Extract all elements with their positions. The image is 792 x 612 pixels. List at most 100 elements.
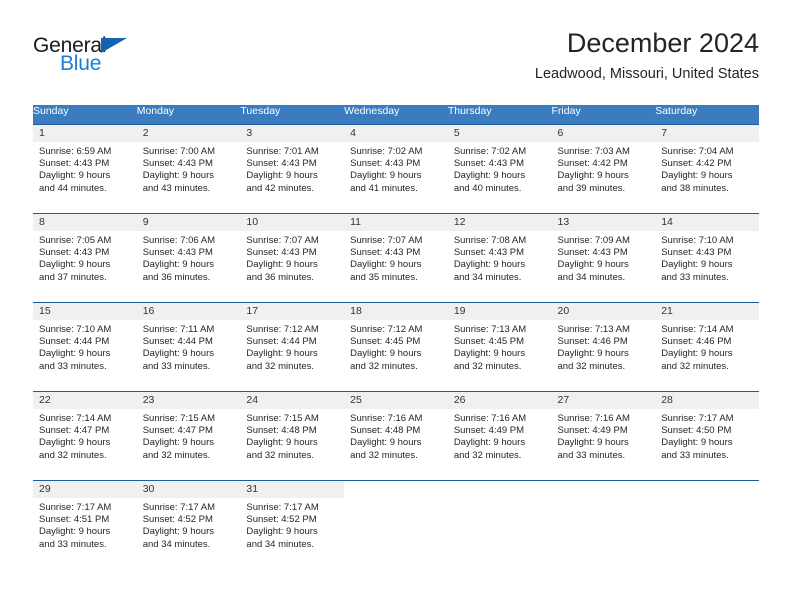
day-cell[interactable]: 8 Sunrise: 7:05 AM Sunset: 4:43 PM Daylight… (33, 212, 137, 302)
daylight-text-line2: and 32 minutes. (246, 360, 315, 372)
day-cell[interactable]: 17 Sunrise: 7:12 AM Sunset: 4:44 PM Dayligh… (240, 301, 345, 391)
day-cell[interactable]: 9 Sunrise: 7:06 AM Sunset: 4:43 PM Daylight… (136, 212, 241, 302)
day-cell[interactable]: 1 Sunrise: 6:59 AM Sunset: 4:43 PM Daylight… (33, 123, 137, 213)
day-number: 6 (551, 124, 656, 142)
day-cell[interactable]: 31 Sunrise: 7:17 AM Sunset: 4:52 PM Dayligh… (240, 479, 345, 569)
day-cell[interactable]: 3 Sunrise: 7:01 AM Sunset: 4:43 PM Daylight… (240, 123, 345, 213)
day-details: Sunrise: 7:04 AM Sunset: 4:42 PM Daylight:… (655, 142, 759, 196)
daylight-text-line1: Daylight: 9 hours (350, 259, 422, 271)
daylight-text-line1: Daylight: 9 hours (453, 348, 526, 360)
daylight-text-line1: Daylight: 9 hours (661, 170, 733, 182)
day-details: Sunrise: 7:14 AM Sunset: 4:47 PM Daylight:… (33, 409, 137, 463)
day-details: Sunrise: 7:09 AM Sunset: 4:43 PM Daylight:… (552, 231, 656, 285)
month-calendar: Sunday Monday Tuesday Wednesday Thursday… (33, 105, 759, 569)
day-number (655, 481, 759, 498)
day-details: Sunrise: 7:00 AM Sunset: 4:43 PM Daylight:… (137, 142, 241, 196)
brand-name-blue: Blue (60, 52, 102, 75)
sunset-text: Sunset: 4:51 PM (39, 513, 110, 525)
day-cell-empty (551, 479, 656, 569)
day-cell[interactable]: 29 Sunrise: 7:17 AM Sunset: 4:51 PM Dayligh… (33, 479, 137, 569)
daylight-text-line2: and 32 minutes. (557, 360, 626, 372)
daylight-text-line2: and 32 minutes. (453, 449, 522, 461)
daylight-text-line1: Daylight: 9 hours (557, 170, 629, 182)
sunset-text: Sunset: 4:43 PM (142, 157, 213, 169)
day-cell[interactable]: 25 Sunrise: 7:16 AM Sunset: 4:48 PM Dayligh… (344, 390, 448, 480)
daylight-text-line1: Daylight: 9 hours (557, 437, 629, 449)
sunset-text: Sunset: 4:48 PM (350, 424, 421, 436)
day-cell[interactable]: 27 Sunrise: 7:16 AM Sunset: 4:49 PM Dayligh… (551, 390, 656, 480)
day-cell[interactable]: 11 Sunrise: 7:07 AM Sunset: 4:43 PM Dayligh… (344, 212, 448, 302)
title-block: December 2024 Leadwood, Missouri, United… (535, 26, 759, 84)
day-cell[interactable]: 14 Sunrise: 7:10 AM Sunset: 4:43 PM Dayligh… (655, 212, 759, 302)
daylight-text-line2: and 39 minutes. (557, 182, 626, 194)
sunset-text: Sunset: 4:43 PM (39, 246, 110, 258)
day-cell[interactable]: 12 Sunrise: 7:08 AM Sunset: 4:43 PM Dayligh… (447, 212, 552, 302)
day-cell[interactable]: 22 Sunrise: 7:14 AM Sunset: 4:47 PM Dayligh… (33, 390, 137, 480)
day-cell[interactable]: 23 Sunrise: 7:15 AM Sunset: 4:47 PM Dayligh… (136, 390, 241, 480)
daylight-text-line2: and 33 minutes. (661, 271, 729, 283)
week-row: 1 Sunrise: 6:59 AM Sunset: 4:43 PM Daylight… (33, 123, 759, 213)
sunset-text: Sunset: 4:49 PM (557, 424, 628, 436)
day-cell[interactable]: 20 Sunrise: 7:13 AM Sunset: 4:46 PM Dayligh… (551, 301, 656, 391)
day-cell[interactable]: 28 Sunrise: 7:17 AM Sunset: 4:50 PM Dayligh… (655, 390, 759, 480)
sunset-text: Sunset: 4:52 PM (246, 513, 317, 525)
day-details: Sunrise: 7:08 AM Sunset: 4:43 PM Daylight:… (448, 231, 552, 285)
sunset-text: Sunset: 4:47 PM (39, 424, 110, 436)
day-cell[interactable]: 2 Sunrise: 7:00 AM Sunset: 4:43 PM Daylight… (136, 123, 241, 213)
daylight-text-line1: Daylight: 9 hours (350, 437, 422, 449)
daylight-text-line1: Daylight: 9 hours (557, 348, 629, 360)
daylight-text-line1: Daylight: 9 hours (246, 259, 318, 271)
day-cell[interactable]: 10 Sunrise: 7:07 AM Sunset: 4:43 PM Dayligh… (240, 212, 345, 302)
day-cell-empty (447, 479, 552, 569)
sunrise-text: Sunrise: 7:07 AM (246, 234, 319, 246)
daylight-text-line2: and 32 minutes. (39, 449, 107, 461)
daylight-text-line1: Daylight: 9 hours (453, 170, 526, 182)
day-cell[interactable]: 6 Sunrise: 7:03 AM Sunset: 4:42 PM Daylight… (551, 123, 656, 213)
day-number: 30 (136, 480, 241, 498)
daylight-text-line1: Daylight: 9 hours (350, 348, 422, 360)
sunset-text: Sunset: 4:43 PM (661, 246, 732, 258)
daylight-text-line2: and 38 minutes. (661, 182, 729, 194)
sunrise-text: Sunrise: 7:16 AM (453, 412, 527, 424)
sunrise-text: Sunrise: 6:59 AM (39, 145, 112, 157)
day-cell[interactable]: 13 Sunrise: 7:09 AM Sunset: 4:43 PM Dayligh… (551, 212, 656, 302)
day-number: 1 (33, 124, 137, 142)
daylight-text-line1: Daylight: 9 hours (39, 259, 111, 271)
sunrise-text: Sunrise: 7:14 AM (661, 323, 734, 335)
sunrise-text: Sunrise: 7:17 AM (246, 501, 319, 513)
sunrise-text: Sunrise: 7:10 AM (39, 323, 112, 335)
daylight-text-line2: and 33 minutes. (142, 360, 211, 372)
daylight-text-line1: Daylight: 9 hours (661, 437, 733, 449)
sunrise-text: Sunrise: 7:12 AM (246, 323, 319, 335)
day-cell[interactable]: 24 Sunrise: 7:15 AM Sunset: 4:48 PM Dayligh… (240, 390, 345, 480)
day-details: Sunrise: 7:02 AM Sunset: 4:43 PM Daylight:… (448, 142, 552, 196)
day-cell[interactable]: 21 Sunrise: 7:14 AM Sunset: 4:46 PM Dayligh… (655, 301, 759, 391)
day-cell[interactable]: 5 Sunrise: 7:02 AM Sunset: 4:43 PM Daylight… (447, 123, 552, 213)
sunset-text: Sunset: 4:48 PM (246, 424, 317, 436)
day-cell-empty (655, 479, 759, 569)
day-number: 13 (551, 213, 656, 231)
sunrise-text: Sunrise: 7:02 AM (453, 145, 527, 157)
day-cell[interactable]: 18 Sunrise: 7:12 AM Sunset: 4:45 PM Dayligh… (344, 301, 448, 391)
day-details: Sunrise: 7:10 AM Sunset: 4:43 PM Daylight:… (655, 231, 759, 285)
sunset-text: Sunset: 4:52 PM (142, 513, 213, 525)
column-header-wednesday: Wednesday (344, 105, 448, 124)
day-cell[interactable]: 26 Sunrise: 7:16 AM Sunset: 4:49 PM Dayligh… (447, 390, 552, 480)
daylight-text-line1: Daylight: 9 hours (557, 259, 629, 271)
sunrise-text: Sunrise: 7:16 AM (557, 412, 630, 424)
day-cell[interactable]: 30 Sunrise: 7:17 AM Sunset: 4:52 PM Dayligh… (136, 479, 241, 569)
day-cell[interactable]: 4 Sunrise: 7:02 AM Sunset: 4:43 PM Daylight… (344, 123, 448, 213)
sunrise-text: Sunrise: 7:16 AM (350, 412, 423, 424)
daylight-text-line1: Daylight: 9 hours (453, 259, 526, 271)
sunset-text: Sunset: 4:43 PM (39, 157, 110, 169)
sunrise-text: Sunrise: 7:15 AM (142, 412, 216, 424)
daylight-text-line2: and 41 minutes. (350, 182, 418, 194)
day-cell[interactable]: 19 Sunrise: 7:13 AM Sunset: 4:45 PM Dayligh… (447, 301, 552, 391)
brand-logo[interactable]: General Blue (33, 26, 253, 86)
day-cell[interactable]: 16 Sunrise: 7:11 AM Sunset: 4:44 PM Dayligh… (136, 301, 241, 391)
day-cell[interactable]: 15 Sunrise: 7:10 AM Sunset: 4:44 PM Dayligh… (33, 301, 137, 391)
page-subtitle: Leadwood, Missouri, United States (534, 66, 759, 82)
daylight-text-line2: and 32 minutes. (453, 360, 522, 372)
sunset-text: Sunset: 4:45 PM (350, 335, 421, 347)
day-cell[interactable]: 7 Sunrise: 7:04 AM Sunset: 4:42 PM Daylight… (655, 123, 759, 213)
